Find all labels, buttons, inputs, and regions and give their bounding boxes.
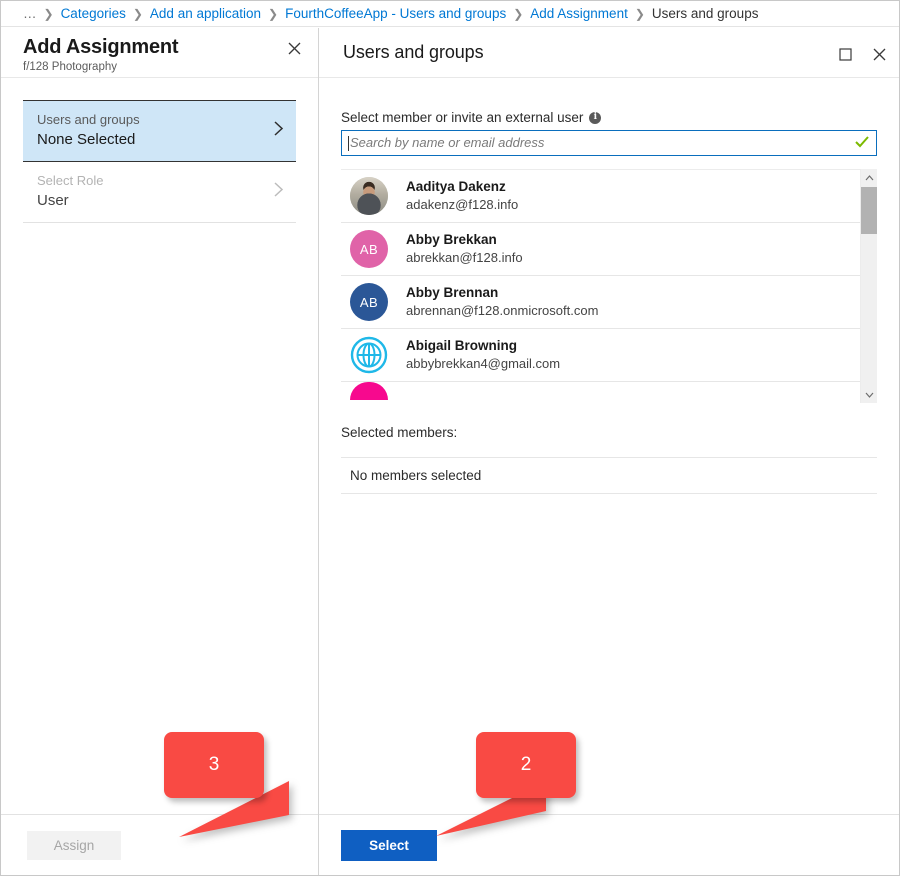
- selected-members-title: Selected members:: [341, 425, 877, 440]
- azure-portal-screenshot: … ❯ Categories ❯ Add an application ❯ Fo…: [0, 0, 900, 876]
- breadcrumb-ellipsis[interactable]: …: [23, 6, 37, 21]
- breadcrumb-separator-icon: ❯: [513, 7, 523, 21]
- panel-title: Users and groups: [343, 42, 483, 63]
- scrollbar-thumb[interactable]: [861, 187, 877, 234]
- users-and-groups-footer: Select: [319, 814, 900, 876]
- search-field-label: Select member or invite an external user…: [341, 110, 877, 125]
- close-icon[interactable]: [284, 38, 304, 58]
- breadcrumb-separator-icon: ❯: [44, 7, 54, 21]
- avatar: AB: [350, 230, 388, 268]
- scroll-down-arrow-icon[interactable]: [861, 386, 878, 403]
- breadcrumb-item-users-and-groups: Users and groups: [652, 6, 759, 21]
- info-icon[interactable]: i: [589, 112, 601, 124]
- list-item[interactable]: [341, 382, 860, 400]
- picker-value: None Selected: [37, 129, 140, 150]
- add-assignment-body: Users and groups None Selected Select Ro…: [1, 78, 318, 814]
- picker-row-select-role-text: Select Role User: [37, 172, 103, 211]
- picker-row-select-role[interactable]: Select Role User: [23, 162, 296, 223]
- breadcrumb-item-categories[interactable]: Categories: [61, 6, 126, 21]
- callout-3: 3: [164, 732, 264, 798]
- text-caret: [348, 136, 349, 151]
- user-email: abbybrekkan4@gmail.com: [406, 355, 560, 373]
- search-input-placeholder: Search by name or email address: [350, 135, 855, 151]
- callout-3-number: 3: [209, 754, 220, 776]
- search-input[interactable]: Search by name or email address: [341, 130, 877, 156]
- picker-row-users-and-groups[interactable]: Users and groups None Selected: [23, 101, 296, 162]
- chevron-right-icon: [273, 120, 284, 141]
- blades-container: Add Assignment f/128 Photography: [1, 28, 900, 876]
- list-item[interactable]: Abigail Browning abbybrekkan4@gmail.com: [341, 329, 860, 382]
- list-item[interactable]: AB Abby Brennan abrennan@f128.onmicrosof…: [341, 276, 860, 329]
- callout-2: 2: [476, 732, 576, 798]
- user-results-rows: Aaditya Dakenz adakenz@f128.info AB Abby…: [341, 169, 860, 403]
- picker-row-users-and-groups-text: Users and groups None Selected: [37, 111, 140, 150]
- list-item-text: Abby Brennan abrennan@f128.onmicrosoft.c…: [406, 284, 598, 320]
- search-label-text: Select member or invite an external user: [341, 110, 583, 125]
- avatar-photo-icon: [350, 177, 388, 215]
- chevron-right-icon: [273, 181, 284, 202]
- add-assignment-header-icons: [284, 35, 304, 58]
- user-email: adakenz@f128.info: [406, 196, 518, 214]
- picker-label: Users and groups: [37, 111, 140, 128]
- add-assignment-title-group: Add Assignment f/128 Photography: [23, 35, 178, 75]
- list-item[interactable]: Aaditya Dakenz adakenz@f128.info: [341, 170, 860, 223]
- globe-icon: [350, 336, 388, 374]
- add-assignment-header: Add Assignment f/128 Photography: [1, 28, 318, 78]
- add-assignment-blade: Add Assignment f/128 Photography: [1, 28, 319, 876]
- maximize-icon[interactable]: [835, 44, 855, 64]
- select-button[interactable]: Select: [341, 830, 437, 861]
- breadcrumb-item-add-assignment[interactable]: Add Assignment: [530, 6, 628, 21]
- close-icon[interactable]: [869, 44, 889, 64]
- avatar-initials: AB: [360, 295, 378, 310]
- user-results-list: Aaditya Dakenz adakenz@f128.info AB Abby…: [341, 169, 877, 403]
- breadcrumb-separator-icon: ❯: [133, 7, 143, 21]
- picker-label: Select Role: [37, 172, 103, 189]
- breadcrumb-separator-icon: ❯: [268, 7, 278, 21]
- breadcrumb-separator-icon: ❯: [635, 7, 645, 21]
- users-and-groups-header-icons: [835, 41, 889, 64]
- list-item[interactable]: AB Abby Brekkan abrekkan@f128.info: [341, 223, 860, 276]
- assign-button[interactable]: Assign: [27, 831, 121, 860]
- callout-2-number: 2: [521, 754, 532, 776]
- page-title: Add Assignment: [23, 35, 178, 59]
- users-and-groups-body: Select member or invite an external user…: [319, 78, 900, 814]
- scroll-up-arrow-icon[interactable]: [861, 169, 878, 186]
- avatar: [350, 336, 388, 374]
- avatar: [350, 382, 388, 400]
- avatar: AB: [350, 283, 388, 321]
- user-name: Abby Brennan: [406, 284, 598, 302]
- page-subtitle: f/128 Photography: [23, 60, 178, 75]
- users-and-groups-header: Users and groups: [319, 28, 900, 78]
- breadcrumb-item-fourthcoffeeapp[interactable]: FourthCoffeeApp - Users and groups: [285, 6, 506, 21]
- user-name: Abigail Browning: [406, 337, 560, 355]
- user-name: Abby Brekkan: [406, 231, 523, 249]
- checkmark-icon: [855, 136, 869, 151]
- breadcrumb: … ❯ Categories ❯ Add an application ❯ Fo…: [1, 1, 899, 27]
- breadcrumb-item-add-an-application[interactable]: Add an application: [150, 6, 261, 21]
- user-email: abrekkan@f128.info: [406, 249, 523, 267]
- list-item-text: Abby Brekkan abrekkan@f128.info: [406, 231, 523, 267]
- avatar-initials: AB: [360, 242, 378, 257]
- list-scrollbar[interactable]: [860, 169, 877, 403]
- assignment-picker-list: Users and groups None Selected Select Ro…: [23, 100, 296, 223]
- picker-value: User: [37, 190, 103, 211]
- list-item-text: Abigail Browning abbybrekkan4@gmail.com: [406, 337, 560, 373]
- user-name: Aaditya Dakenz: [406, 178, 518, 196]
- selected-members-empty: No members selected: [341, 457, 877, 494]
- list-item-text: Aaditya Dakenz adakenz@f128.info: [406, 178, 518, 214]
- users-and-groups-blade: Users and groups: [319, 28, 900, 876]
- user-email: abrennan@f128.onmicrosoft.com: [406, 302, 598, 320]
- avatar: [350, 177, 388, 215]
